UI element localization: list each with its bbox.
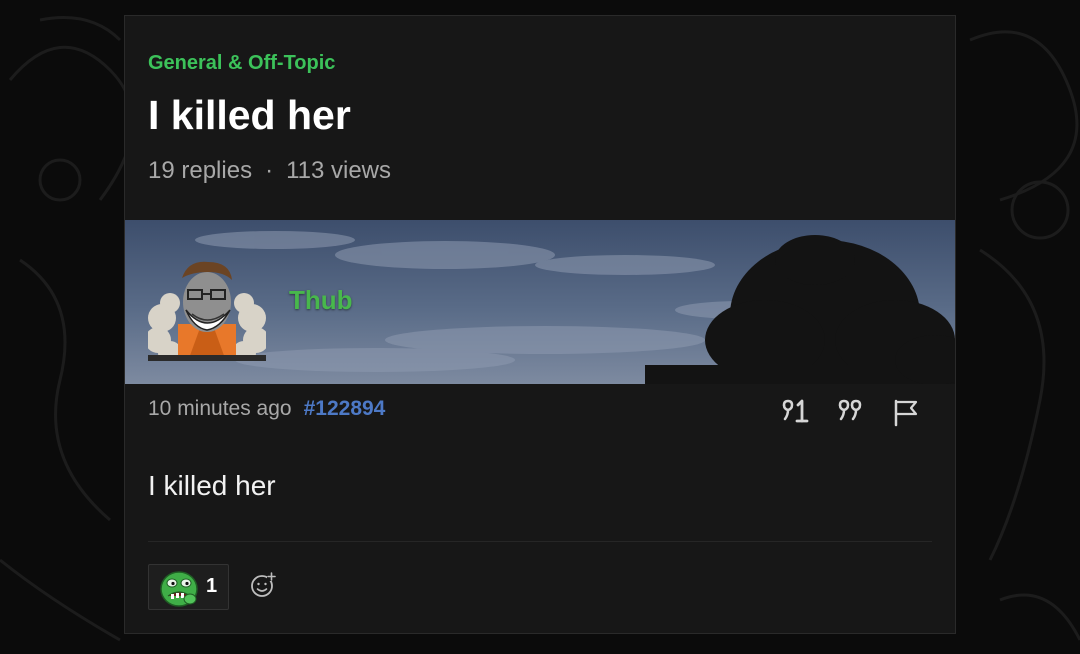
user-avatar[interactable]	[148, 258, 266, 361]
view-count: 113 views	[286, 157, 392, 184]
add-reaction-icon[interactable]	[249, 571, 277, 599]
post-body: I killed her	[148, 470, 276, 501]
post-number-link[interactable]: #122894	[304, 397, 386, 420]
reaction-button[interactable]: 1	[148, 564, 229, 610]
post-time: 10 minutes ago	[148, 397, 292, 420]
green-frog-face-icon	[160, 571, 198, 607]
username-link[interactable]: Thub	[289, 285, 353, 316]
topic-card: General & Off-Topic I killed her 19 repl…	[124, 15, 956, 634]
quote-reply-icon[interactable]	[780, 397, 812, 427]
user-banner: Thub	[125, 220, 955, 384]
post-meta: 10 minutes ago #122894	[148, 397, 385, 421]
stats-separator: ·	[265, 157, 274, 184]
flag-icon[interactable]	[892, 397, 924, 427]
reaction-count: 1	[206, 575, 218, 597]
category-link[interactable]: General & Off-Topic	[148, 52, 335, 75]
topic-stats: 19 replies · 113 views	[148, 157, 391, 185]
quote-icon[interactable]	[835, 397, 867, 427]
reply-count: 19 replies	[148, 157, 253, 184]
topic-title: I killed her	[148, 92, 351, 138]
post-divider	[148, 541, 932, 542]
